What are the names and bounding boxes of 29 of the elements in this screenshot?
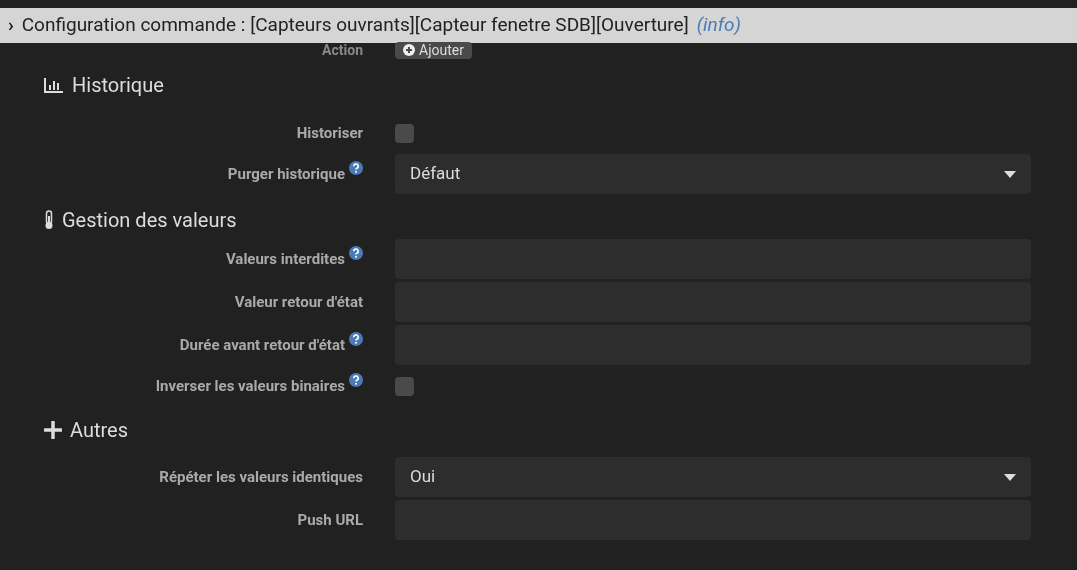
checkbox[interactable]: [395, 376, 414, 396]
caret-icon: [1004, 473, 1016, 481]
plus-icon: [44, 421, 62, 439]
bar-chart-icon: [44, 77, 64, 93]
field-label: Valeurs interdites: [225, 248, 345, 270]
section-title: Gestion des valeurs: [62, 207, 237, 234]
field-label: Répéter les valeurs identiques: [159, 466, 363, 488]
select-field[interactable]: Oui: [395, 457, 1031, 497]
checkbox[interactable]: [395, 123, 414, 143]
section-title: Historique: [72, 72, 164, 99]
expander-toggle[interactable]: ›: [8, 11, 14, 40]
help-icon[interactable]: [349, 331, 363, 346]
caret-icon: [1004, 170, 1016, 178]
thermometer-icon: [44, 210, 54, 230]
field-label: Action: [321, 43, 363, 57]
help-icon[interactable]: [349, 160, 363, 175]
select-field[interactable]: Défaut: [395, 154, 1031, 194]
field-label: Inverser les valeurs binaires: [155, 375, 345, 397]
panel-header[interactable]: › Configuration commande : [Capteurs ouvrants][Capteur fenetre SDB][Ouverture] (info): [0, 8, 1077, 43]
help-icon[interactable]: [349, 372, 363, 387]
panel-title: Configuration commande : [Capteurs ouvrants][Capteur fenetre SDB][Ouverture]: [21, 12, 689, 39]
section-title: Autres: [70, 417, 129, 444]
help-icon[interactable]: [349, 245, 363, 260]
field-label: Valeur retour d'état: [234, 291, 363, 313]
field-label: Historiser: [296, 122, 363, 144]
field-label: Durée avant retour d'état: [179, 334, 345, 356]
field-label: Purger historique: [227, 163, 345, 185]
field-label: Push URL: [297, 509, 363, 531]
plus-circle-icon: [403, 44, 415, 56]
